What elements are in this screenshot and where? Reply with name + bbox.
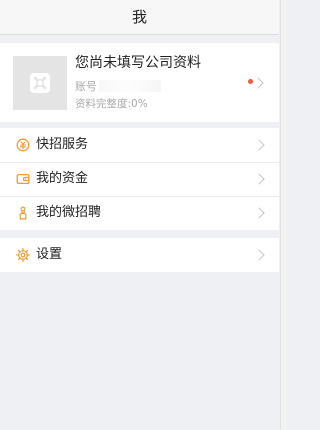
menu-item-label: 快招服务 [36,137,89,152]
scrollbar[interactable] [280,0,287,430]
company-profile-prompt: 您尚未填写公司资料 [75,55,201,71]
completeness-value: :0% [127,98,148,110]
menu-group-services: 快招服务 我的资金 我的微招聘 [0,128,279,230]
menu-item-quick-recruit-service[interactable]: 快招服务 [0,128,279,162]
menu-item-label: 我的资金 [36,171,89,186]
page-title: 我 [131,8,147,26]
gear-icon [16,248,30,262]
recruit-icon [19,206,27,220]
chevron-right-icon [253,173,265,185]
avatar[interactable] [13,56,67,110]
menu-item-my-funds[interactable]: 我的资金 [0,162,279,196]
menu-item-settings[interactable]: 设置 [0,238,279,272]
account-label: 账号 [75,80,97,93]
menu-item-label: 设置 [36,247,63,262]
chevron-right-icon [253,249,265,261]
menu-group-settings: 设置 [0,238,279,272]
service-icon [16,138,30,152]
avatar-placeholder-icon [30,73,50,93]
menu-item-my-micro-recruit[interactable]: 我的微招聘 [0,196,279,230]
notification-dot [248,79,253,84]
chevron-right-icon [253,139,265,151]
chevron-right-icon [253,207,265,219]
account-value-redacted [99,80,161,92]
wallet-icon [16,173,30,185]
profile-card[interactable]: 您尚未填写公司资料 账号 资料完整度:0% [0,43,279,122]
profile-completeness: 资料完整度:0% [75,96,148,111]
account-line: 账号 [75,78,161,94]
completeness-label: 资料完整度 [75,98,128,110]
menu-item-label: 我的微招聘 [36,205,102,220]
chevron-right-icon [252,77,264,89]
top-nav-bar: 我 [0,0,279,35]
